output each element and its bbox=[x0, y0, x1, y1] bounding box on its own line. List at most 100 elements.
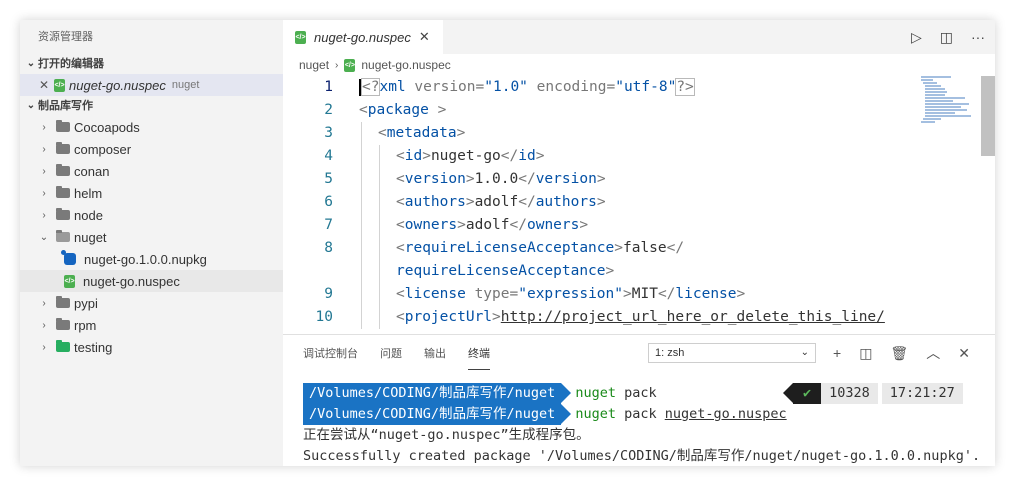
line-number: 2 bbox=[324, 102, 333, 118]
status-time: 17:21:27 bbox=[881, 383, 963, 404]
close-icon[interactable]: ✕ bbox=[36, 78, 52, 92]
terminal-select[interactable]: 1: zsh ⌄ bbox=[648, 343, 816, 363]
split-editor-icon[interactable]: ◫ bbox=[940, 29, 953, 46]
terminal-line: 正在尝试从“nuget-go.nuspec”生成程序包。 bbox=[303, 427, 590, 443]
terminal-line: Successfully created package '/Volumes/C… bbox=[303, 448, 981, 464]
folder-name: conan bbox=[74, 163, 110, 179]
url-link[interactable]: http://project_url_here_or_delete_this_l… bbox=[501, 309, 885, 325]
editor-scrollbar[interactable] bbox=[981, 76, 995, 156]
explorer-title: 资源管理器 bbox=[38, 31, 93, 43]
attr-value: "1.0" bbox=[484, 79, 528, 95]
tag-name: id bbox=[404, 148, 423, 164]
indent-guide bbox=[361, 122, 362, 145]
open-editor-item[interactable]: ✕ </> nuget-go.nuspec nuget bbox=[20, 74, 283, 96]
status-check: ✔ bbox=[782, 383, 822, 404]
chevron-up-icon[interactable]: ︿ bbox=[926, 343, 940, 363]
more-actions-icon[interactable]: ··· bbox=[971, 29, 985, 45]
command-args: pack bbox=[615, 385, 657, 401]
folder-icon bbox=[56, 142, 70, 154]
xml-file-icon: </> bbox=[295, 30, 306, 44]
line-number: 10 bbox=[315, 309, 333, 325]
tab-problems[interactable]: 问题 bbox=[380, 337, 402, 369]
code-line: 6 <authors>adolf</authors> bbox=[283, 191, 995, 214]
tag-text: 1.0.0 bbox=[474, 171, 519, 187]
minimap-line bbox=[923, 118, 941, 120]
tab-output[interactable]: 输出 bbox=[424, 337, 446, 369]
minimap-line bbox=[921, 76, 951, 78]
attr-name: type bbox=[465, 286, 510, 302]
line-number: 5 bbox=[324, 171, 333, 187]
run-icon[interactable]: ▷ bbox=[911, 29, 922, 46]
command-file[interactable]: nuget-go.nuspec bbox=[665, 406, 787, 422]
trash-icon[interactable]: 🗑 bbox=[890, 345, 908, 362]
command: nuget bbox=[575, 385, 616, 401]
folder-item-cocoapods[interactable]: › Cocoapods bbox=[20, 116, 283, 138]
indent-guide bbox=[379, 306, 380, 329]
tag-name: projectUrl bbox=[404, 309, 493, 325]
indent-guide bbox=[361, 145, 362, 168]
line-content: <metadata> bbox=[378, 122, 465, 145]
breadcrumb: nuget › </> nuget-go.nuspec bbox=[283, 54, 995, 76]
tag-name: requireLicenseAcceptance bbox=[396, 263, 606, 279]
tab-nuspec[interactable]: </> nuget-go.nuspec ✕ bbox=[283, 20, 443, 54]
folder-item-testing[interactable]: › testing bbox=[20, 336, 283, 358]
folder-icon bbox=[56, 186, 70, 198]
folder-item-pypi[interactable]: › pypi bbox=[20, 292, 283, 314]
indent-guide bbox=[361, 237, 362, 260]
terminal-output[interactable]: /Volumes/CODING/制品库写作/nuget nuget pack ✔ … bbox=[303, 383, 980, 466]
attr-eq: = bbox=[509, 286, 519, 302]
minimap-line bbox=[925, 109, 967, 111]
file-name: nuget-go.1.0.0.nupkg bbox=[84, 251, 207, 267]
line-number: 3 bbox=[324, 125, 333, 141]
line-content: <?xml version="1.0" encoding="utf-8"?> bbox=[359, 76, 695, 99]
code-editor[interactable]: 1 <?xml version="1.0" encoding="utf-8"?>… bbox=[283, 76, 995, 334]
folder-item-nuget[interactable]: ⌄ nuget bbox=[20, 226, 283, 248]
terminal-select-value: 1: zsh bbox=[655, 347, 685, 359]
folder-item-rpm[interactable]: › rpm bbox=[20, 314, 283, 336]
folder-name: nuget bbox=[74, 229, 107, 245]
folder-item-conan[interactable]: › conan bbox=[20, 160, 283, 182]
minimap[interactable] bbox=[921, 76, 981, 136]
tab-debug-console[interactable]: 调试控制台 bbox=[303, 337, 358, 369]
tag-bracket: </ bbox=[500, 148, 519, 164]
tab-terminal[interactable]: 终端 bbox=[468, 337, 490, 370]
open-editors-header[interactable]: ⌄ 打开的编辑器 bbox=[20, 54, 283, 74]
file-item-nupkg[interactable]: nuget-go.1.0.0.nupkg bbox=[20, 248, 283, 270]
folder-item-node[interactable]: › node bbox=[20, 204, 283, 226]
folder-item-helm[interactable]: › helm bbox=[20, 182, 283, 204]
explorer-sidebar: 资源管理器 ⌄ 打开的编辑器 ✕ </> nuget-go.nuspec nug… bbox=[20, 20, 283, 466]
indent-guide bbox=[361, 306, 362, 329]
tag-bracket: < bbox=[378, 125, 387, 141]
indent-guide bbox=[379, 260, 380, 283]
prompt-path: /Volumes/CODING/制品库写作/nuget bbox=[303, 383, 572, 404]
tag-name: version bbox=[404, 171, 466, 187]
tag-name: authors bbox=[535, 194, 597, 210]
tag-text: nuget-go bbox=[430, 148, 501, 164]
close-icon[interactable]: ✕ bbox=[958, 345, 970, 362]
close-icon[interactable]: ✕ bbox=[419, 29, 430, 45]
breadcrumb-file[interactable]: nuget-go.nuspec bbox=[361, 58, 450, 72]
editor-actions: ▷ ◫ ··· bbox=[911, 20, 985, 54]
chevron-right-icon: › bbox=[42, 341, 46, 353]
tag-bracket: > bbox=[492, 309, 501, 325]
split-terminal-icon[interactable]: ◫ bbox=[859, 345, 872, 362]
workspace-header[interactable]: ⌄ 制品库写作 bbox=[20, 96, 283, 116]
tag-name: license bbox=[675, 286, 737, 302]
open-editors-label: 打开的编辑器 bbox=[38, 58, 104, 70]
add-icon[interactable]: + bbox=[833, 345, 841, 361]
command: nuget bbox=[575, 406, 616, 422]
indent-guide bbox=[379, 191, 380, 214]
line-content: <license type="expression">MIT</license> bbox=[396, 283, 745, 306]
file-item-nuspec[interactable]: </> nuget-go.nuspec bbox=[20, 270, 283, 292]
tag-name: owners bbox=[526, 217, 580, 233]
xml-file-icon: </> bbox=[64, 274, 75, 288]
breadcrumb-folder[interactable]: nuget bbox=[299, 58, 329, 72]
test-folder-icon bbox=[56, 340, 70, 352]
tag-name: license bbox=[404, 286, 466, 302]
code-line: 8 <requireLicenseAcceptance>false</ bbox=[283, 237, 995, 260]
code-line: 2 <package > bbox=[283, 99, 995, 122]
minimap-line bbox=[925, 115, 971, 117]
chevron-right-icon: › bbox=[42, 121, 46, 133]
folder-item-composer[interactable]: › composer bbox=[20, 138, 283, 160]
folder-name: Cocoapods bbox=[74, 119, 140, 135]
